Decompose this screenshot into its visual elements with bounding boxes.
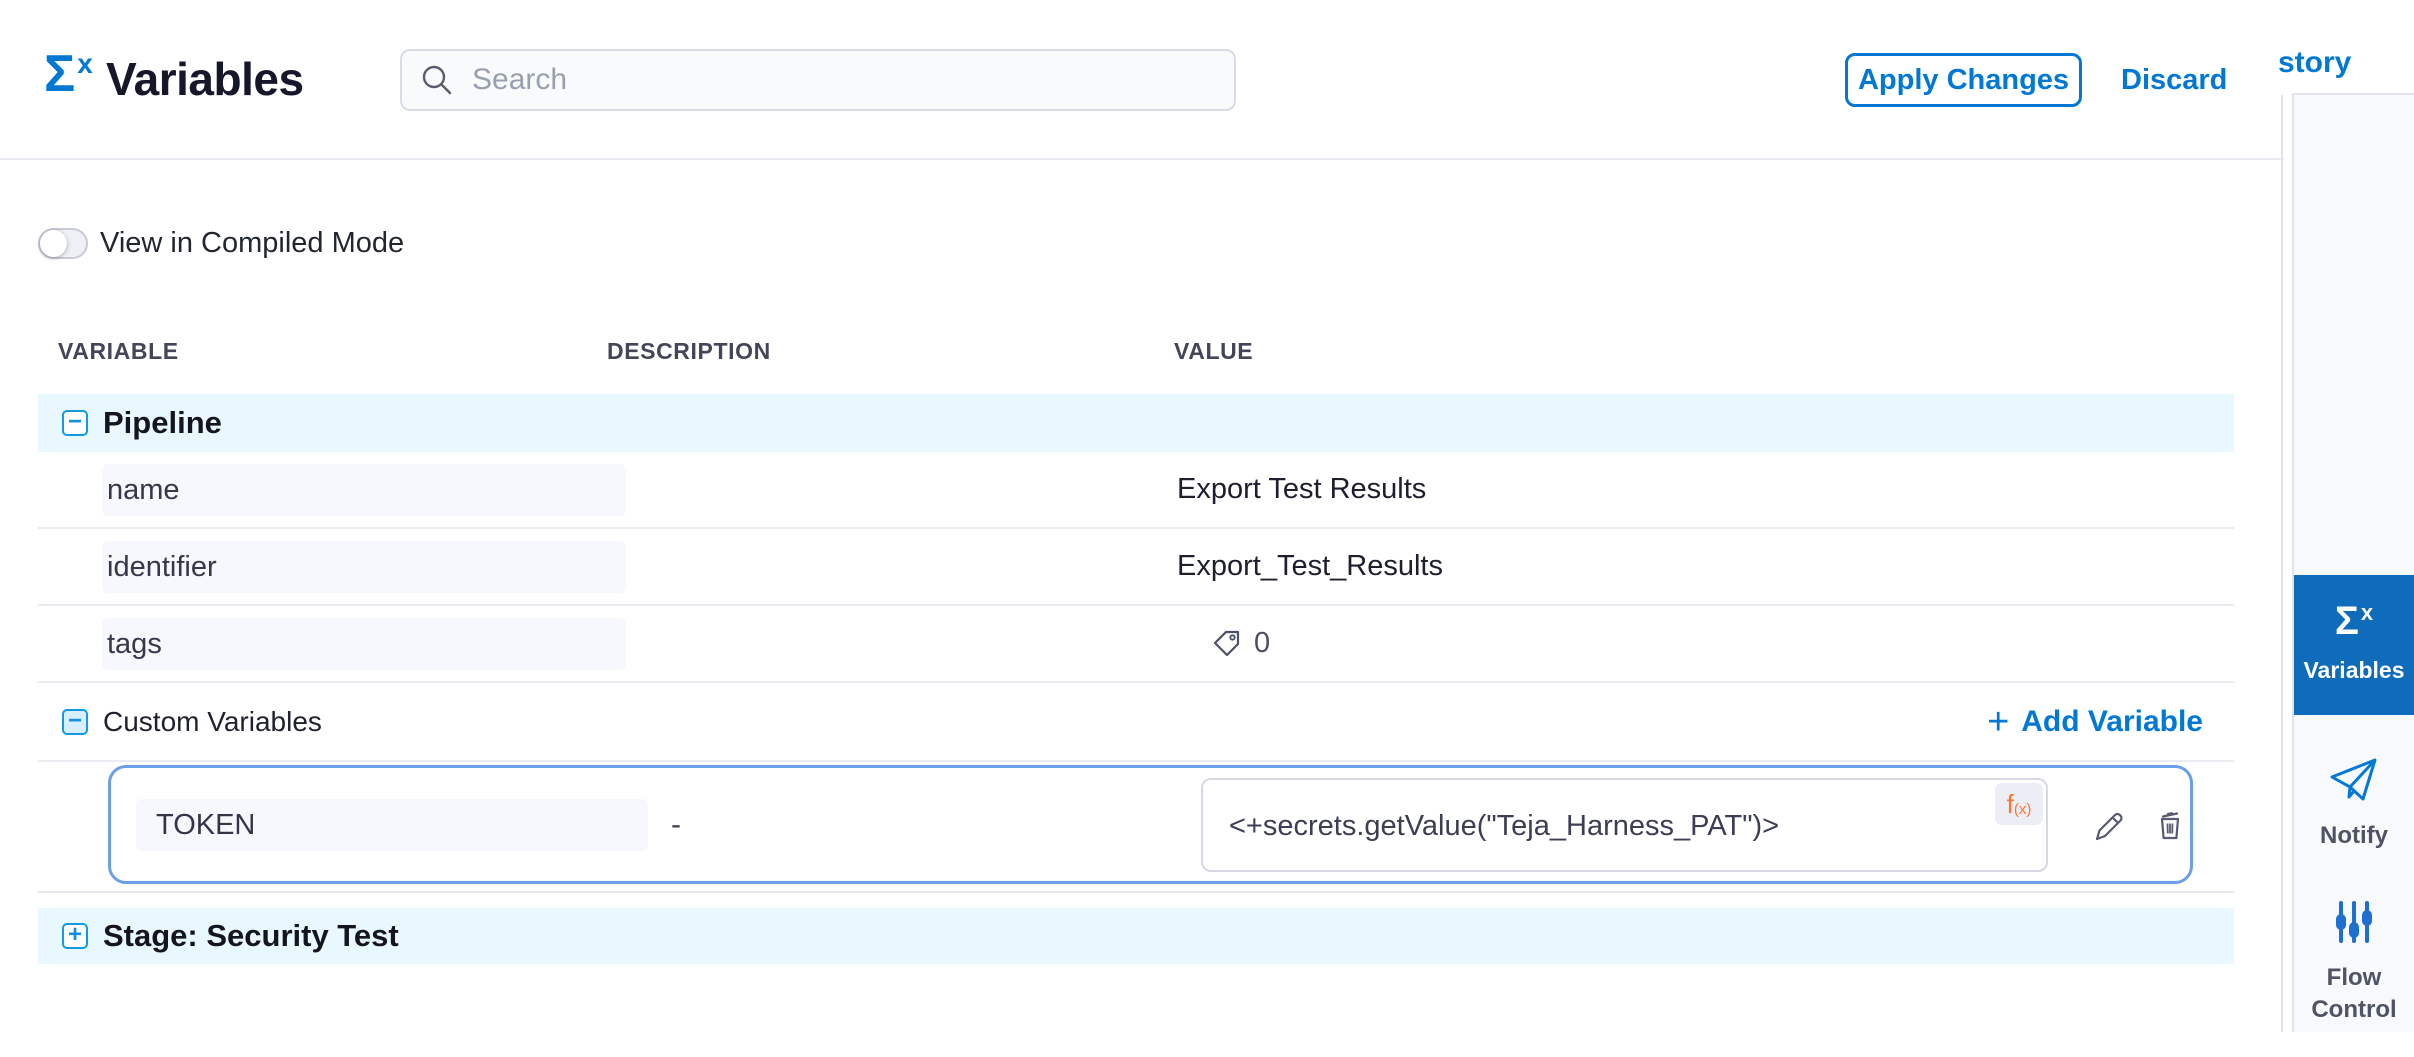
- fx-f: f: [2007, 789, 2014, 820]
- plus-icon: +: [1987, 707, 2009, 737]
- search-icon: [420, 63, 454, 97]
- delete-variable-button[interactable]: [2149, 804, 2191, 846]
- collapse-minus-icon[interactable]: −: [62, 709, 88, 735]
- sidebar-item-label: Notify: [2294, 820, 2414, 852]
- collapse-minus-icon[interactable]: −: [62, 410, 88, 436]
- sidebar-item-label: Variables: [2294, 657, 2414, 684]
- section-label-stage: Stage: Security Test: [103, 908, 399, 964]
- variable-value: Export Test Results: [1177, 452, 1426, 527]
- page-title: Variables: [106, 52, 304, 106]
- edit-variable-button[interactable]: [2087, 804, 2129, 846]
- variable-name-chip[interactable]: identifier: [102, 541, 626, 593]
- section-row-custom-variables: − Custom Variables + Add Variable: [38, 683, 2234, 762]
- pipeline-studio-page: story Σx Variables Apply Changes Discard…: [0, 0, 2414, 1032]
- tag-icon: [1210, 627, 1244, 661]
- apply-changes-button[interactable]: Apply Changes: [1845, 53, 2082, 107]
- tags-value: 0: [1210, 606, 1270, 681]
- search-input[interactable]: [470, 62, 1216, 98]
- sidebar-item-label: Flow Control: [2294, 962, 2414, 1026]
- variable-description: -: [671, 768, 681, 881]
- custom-variable-row-token[interactable]: TOKEN - f(x): [108, 765, 2193, 884]
- sigma-glyph: Σ: [2335, 599, 2359, 643]
- expand-plus-icon[interactable]: +: [62, 923, 88, 949]
- table-row-identifier: identifier Export_Test_Results: [38, 529, 2234, 606]
- sliders-icon: [2329, 897, 2379, 947]
- right-sidebar: Σx Variables Notify: [2292, 93, 2414, 1032]
- variable-value: Export_Test_Results: [1177, 529, 1443, 604]
- paper-plane-icon: [2328, 755, 2380, 805]
- add-variable-button[interactable]: + Add Variable: [1987, 683, 2203, 760]
- drawer-right-edge: [2281, 95, 2283, 1032]
- table-row-name: name Export Test Results: [38, 452, 2234, 529]
- variable-name-chip[interactable]: tags: [102, 618, 626, 670]
- fx-sub: (x): [2014, 801, 2032, 818]
- column-header-description: DESCRIPTION: [607, 338, 771, 365]
- toggle-knob: [40, 230, 67, 257]
- variable-name-chip[interactable]: TOKEN: [136, 799, 648, 851]
- flow-label-line1: Flow: [2294, 962, 2414, 994]
- flow-label-line2: Control: [2294, 994, 2414, 1026]
- pencil-icon: [2089, 806, 2127, 844]
- section-label-pipeline: Pipeline: [103, 394, 222, 452]
- variable-name-chip[interactable]: name: [102, 464, 626, 516]
- tags-count: 0: [1254, 627, 1270, 660]
- expression-fx-badge[interactable]: f(x): [1995, 783, 2043, 825]
- compiled-mode-toggle[interactable]: [38, 228, 88, 259]
- variable-value-input[interactable]: [1227, 780, 1971, 872]
- sidebar-item-notify[interactable]: Notify: [2294, 745, 2414, 875]
- section-label-custom-variables: Custom Variables: [103, 683, 322, 760]
- sigma-sup-glyph: x: [77, 48, 93, 79]
- add-variable-label: Add Variable: [2021, 705, 2203, 739]
- compiled-mode-label: View in Compiled Mode: [100, 228, 404, 259]
- column-header-variable: VARIABLE: [58, 338, 179, 365]
- table-row-tags: tags 0: [38, 606, 2234, 683]
- sigma-glyph: Σ: [44, 45, 75, 103]
- sigma-sup-glyph: x: [2361, 600, 2373, 625]
- sigma-x-icon: Σx: [2294, 601, 2414, 641]
- drawer-header: Σx Variables Apply Changes Discard: [0, 0, 2284, 160]
- column-header-value: VALUE: [1174, 338, 1253, 365]
- variable-value-input-wrap: f(x): [1201, 778, 2048, 872]
- section-row-stage: + Stage: Security Test: [38, 908, 2234, 964]
- variables-drawer: Σx Variables Apply Changes Discard View …: [0, 0, 2284, 1032]
- history-link-partial[interactable]: story: [2278, 46, 2351, 80]
- section-row-pipeline: − Pipeline: [38, 394, 2234, 452]
- sigma-x-icon: Σx: [44, 48, 93, 100]
- trash-icon: [2151, 806, 2189, 844]
- custom-variable-row-zone: TOKEN - f(x): [38, 762, 2234, 893]
- search-box[interactable]: [400, 49, 1236, 111]
- discard-button[interactable]: Discard: [2121, 64, 2227, 97]
- sidebar-item-variables[interactable]: Σx Variables: [2294, 575, 2414, 715]
